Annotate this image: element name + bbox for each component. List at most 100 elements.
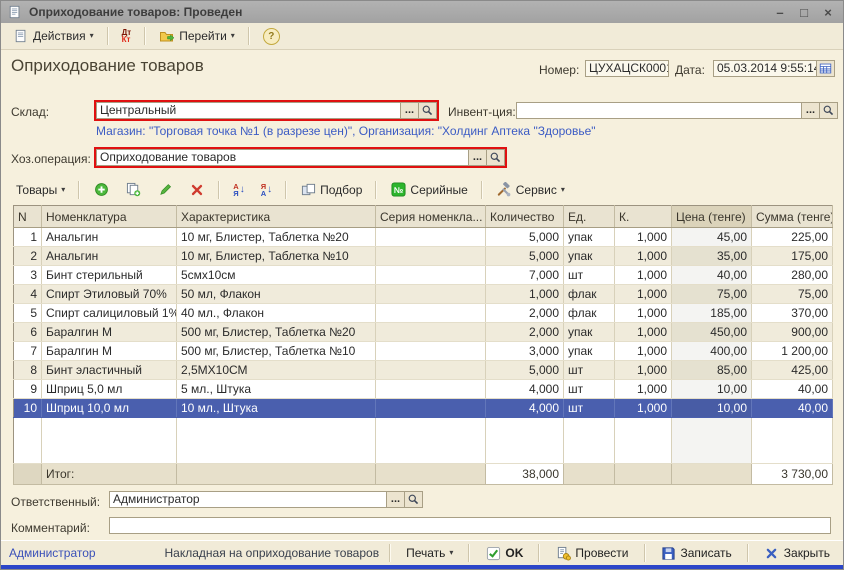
cell-k[interactable]: 1,000	[615, 266, 672, 285]
cell-price[interactable]: 400,00	[672, 342, 752, 361]
cell-series[interactable]	[376, 285, 486, 304]
col-header-sum[interactable]: Сумма (тенге)	[752, 206, 833, 228]
cell-unit[interactable]: упак	[564, 247, 615, 266]
cell-characteristic[interactable]: 10 мл., Штука	[177, 399, 376, 418]
col-header-nomenclature[interactable]: Номенклатура	[42, 206, 177, 228]
cell-unit[interactable]: флак	[564, 285, 615, 304]
copy-row-button[interactable]	[118, 180, 148, 200]
items-menu-button[interactable]: Товары ▾	[9, 180, 72, 200]
table-row[interactable]: 10 Шприц 10,0 мл 10 мл., Штука 4,000 шт …	[14, 399, 833, 418]
cell-characteristic[interactable]: 5смх10см	[177, 266, 376, 285]
table-row[interactable]: 3 Бинт стерильный 5смх10см 7,000 шт 1,00…	[14, 266, 833, 285]
cell-n[interactable]: 8	[14, 361, 42, 380]
responsible-select-button[interactable]: ...	[387, 491, 405, 508]
cell-characteristic[interactable]: 10 мг, Блистер, Таблетка №20	[177, 228, 376, 247]
sort-desc-button[interactable]: ЯА ↓	[254, 180, 279, 200]
calendar-button[interactable]	[817, 60, 835, 77]
close-button[interactable]: ×	[819, 4, 837, 20]
warehouse-input[interactable]: Центральный	[96, 102, 401, 119]
cell-sum[interactable]: 425,00	[752, 361, 833, 380]
cell-quantity[interactable]: 7,000	[486, 266, 564, 285]
cell-sum[interactable]: 175,00	[752, 247, 833, 266]
cell-sum[interactable]: 40,00	[752, 380, 833, 399]
inventory-input[interactable]	[516, 102, 802, 119]
cell-k[interactable]: 1,000	[615, 247, 672, 266]
table-row[interactable]: 9 Шприц 5,0 мл 5 мл., Штука 4,000 шт 1,0…	[14, 380, 833, 399]
comment-input[interactable]	[109, 517, 831, 534]
dtkt-button[interactable]: Дт Кт	[115, 26, 139, 46]
cell-sum[interactable]: 225,00	[752, 228, 833, 247]
cell-nomenclature[interactable]: Шприц 10,0 мл	[42, 399, 177, 418]
sort-asc-button[interactable]: АЯ ↓	[226, 180, 251, 200]
cell-k[interactable]: 1,000	[615, 380, 672, 399]
cell-nomenclature[interactable]: Шприц 5,0 мл	[42, 380, 177, 399]
cell-price[interactable]: 45,00	[672, 228, 752, 247]
cell-price[interactable]: 10,00	[672, 399, 752, 418]
cell-series[interactable]	[376, 304, 486, 323]
col-header-quantity[interactable]: Количество	[486, 206, 564, 228]
cell-series[interactable]	[376, 380, 486, 399]
cell-unit[interactable]: шт	[564, 361, 615, 380]
cell-nomenclature[interactable]: Баралгин М	[42, 342, 177, 361]
cell-quantity[interactable]: 4,000	[486, 380, 564, 399]
warehouse-select-button[interactable]: ...	[401, 102, 419, 119]
actions-menu-button[interactable]: Действия ▾	[6, 26, 101, 46]
col-header-k[interactable]: К.	[615, 206, 672, 228]
table-row[interactable]: 5 Спирт салициловый 1% 40 мл., Флакон 2,…	[14, 304, 833, 323]
cell-series[interactable]	[376, 247, 486, 266]
cell-price[interactable]: 10,00	[672, 380, 752, 399]
cell-characteristic[interactable]: 5 мл., Штука	[177, 380, 376, 399]
cell-unit[interactable]: шт	[564, 399, 615, 418]
cell-price[interactable]: 35,00	[672, 247, 752, 266]
cell-nomenclature[interactable]: Бинт эластичный	[42, 361, 177, 380]
post-button[interactable]: Провести	[550, 542, 633, 564]
cell-series[interactable]	[376, 399, 486, 418]
cell-unit[interactable]: упак	[564, 323, 615, 342]
cell-characteristic[interactable]: 500 мг, Блистер, Таблетка №10	[177, 342, 376, 361]
cell-n[interactable]: 7	[14, 342, 42, 361]
cell-quantity[interactable]: 4,000	[486, 399, 564, 418]
cell-quantity[interactable]: 5,000	[486, 228, 564, 247]
cell-series[interactable]	[376, 323, 486, 342]
service-menu-button[interactable]: Сервис ▾	[489, 180, 572, 200]
cell-characteristic[interactable]: 40 мл., Флакон	[177, 304, 376, 323]
table-row[interactable]: 7 Баралгин М 500 мг, Блистер, Таблетка №…	[14, 342, 833, 361]
help-button[interactable]: ?	[256, 26, 287, 46]
cell-characteristic[interactable]: 500 мг, Блистер, Таблетка №20	[177, 323, 376, 342]
cell-nomenclature[interactable]: Спирт Этиловый 70%	[42, 285, 177, 304]
save-button[interactable]: Записать	[656, 542, 737, 564]
cell-price[interactable]: 85,00	[672, 361, 752, 380]
cell-k[interactable]: 1,000	[615, 399, 672, 418]
cell-price[interactable]: 185,00	[672, 304, 752, 323]
cell-nomenclature[interactable]: Анальгин	[42, 247, 177, 266]
cell-nomenclature[interactable]: Бинт стерильный	[42, 266, 177, 285]
goto-menu-button[interactable]: Перейти ▾	[152, 26, 242, 46]
number-field[interactable]: ЦУХАЦСК0001	[585, 60, 669, 77]
table-row[interactable]: 8 Бинт эластичный 2,5МХ10СМ 5,000 шт 1,0…	[14, 361, 833, 380]
maximize-button[interactable]: □	[795, 4, 813, 20]
cell-nomenclature[interactable]: Спирт салициловый 1%	[42, 304, 177, 323]
cell-unit[interactable]: упак	[564, 228, 615, 247]
minimize-button[interactable]: –	[771, 4, 789, 20]
ok-button[interactable]: OK	[480, 542, 528, 564]
col-header-price[interactable]: Цена (тенге)	[672, 206, 752, 228]
date-field[interactable]: 05.03.2014 9:55:14	[713, 60, 817, 77]
print-menu-button[interactable]: Печать ▾	[401, 543, 458, 563]
inventory-search-button[interactable]	[820, 102, 838, 119]
cell-n[interactable]: 9	[14, 380, 42, 399]
col-header-unit[interactable]: Ед.	[564, 206, 615, 228]
serial-button[interactable]: № Серийные	[383, 180, 474, 200]
cell-n[interactable]: 4	[14, 285, 42, 304]
cell-quantity[interactable]: 5,000	[486, 361, 564, 380]
cell-sum[interactable]: 900,00	[752, 323, 833, 342]
cell-quantity[interactable]: 5,000	[486, 247, 564, 266]
cell-unit[interactable]: упак	[564, 342, 615, 361]
cell-sum[interactable]: 280,00	[752, 266, 833, 285]
responsible-search-button[interactable]	[405, 491, 423, 508]
cell-unit[interactable]: шт	[564, 380, 615, 399]
cell-characteristic[interactable]: 10 мг, Блистер, Таблетка №10	[177, 247, 376, 266]
cell-series[interactable]	[376, 342, 486, 361]
table-row[interactable]: 6 Баралгин М 500 мг, Блистер, Таблетка №…	[14, 323, 833, 342]
cell-characteristic[interactable]: 2,5МХ10СМ	[177, 361, 376, 380]
cell-unit[interactable]: шт	[564, 266, 615, 285]
